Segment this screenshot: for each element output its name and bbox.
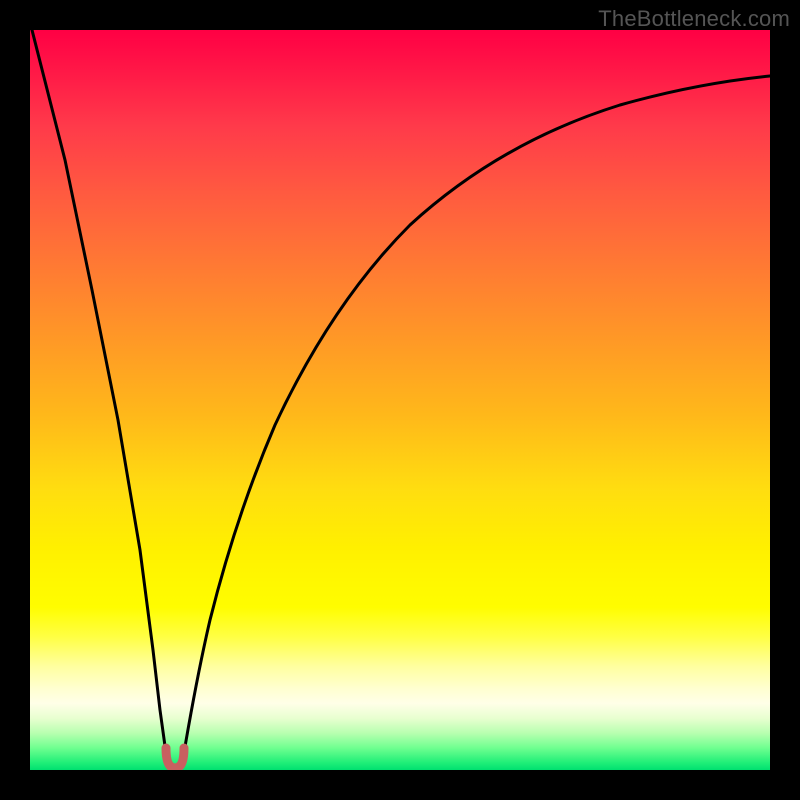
optimum-marker <box>166 748 184 768</box>
chart-curves <box>30 30 770 770</box>
right-branch-curve <box>183 76 770 758</box>
watermark-text: TheBottleneck.com <box>598 6 790 32</box>
chart-frame: TheBottleneck.com <box>0 0 800 800</box>
left-branch-curve <box>32 30 167 758</box>
